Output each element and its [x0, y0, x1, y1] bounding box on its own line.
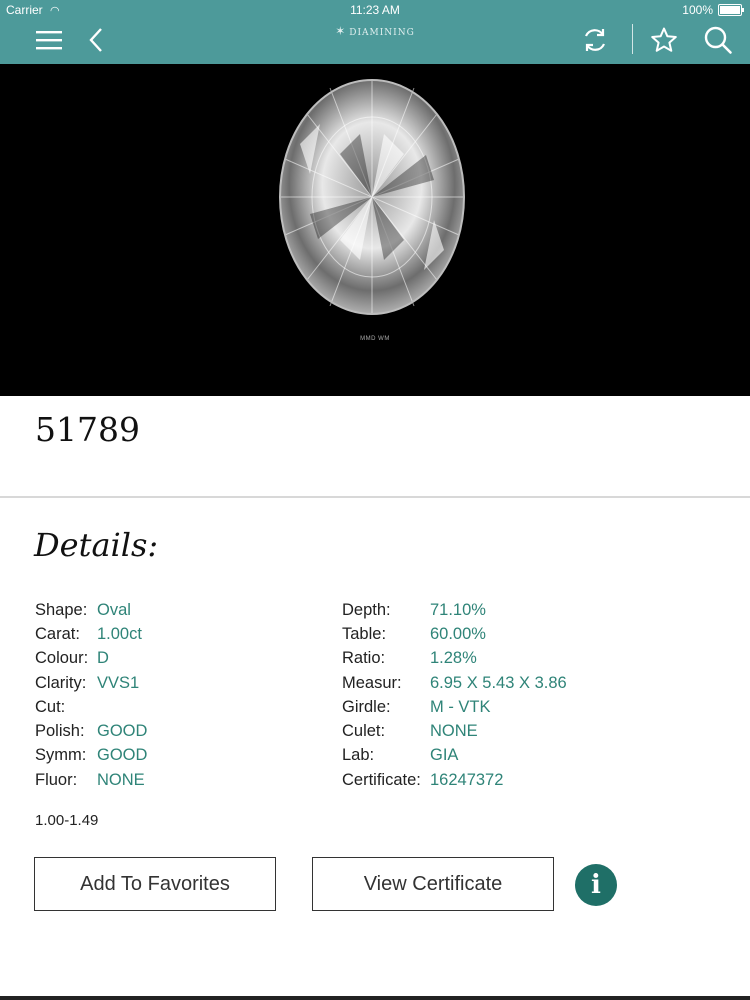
section-divider	[0, 496, 750, 498]
spec-row-cut: Cut:	[35, 695, 147, 719]
spec-label: Table:	[342, 624, 387, 643]
spec-row-clarity: Clarity: VVS1	[35, 671, 147, 695]
spec-row-certificate: Certificate: 16247372	[342, 768, 567, 792]
spec-value: 16247372	[430, 770, 504, 789]
spec-value: M - VTK	[430, 697, 491, 716]
top-bar: Carrier ◠ 11:23 AM 100% ✶ DIAMINING	[0, 0, 750, 64]
spec-row-ratio: Ratio: 1.28%	[342, 647, 567, 671]
spec-label: Symm:	[35, 746, 87, 765]
search-button[interactable]	[700, 22, 736, 58]
spec-label: Polish:	[35, 722, 85, 741]
battery-percent: 100%	[682, 3, 713, 17]
brand-name: DIAMINING	[349, 28, 415, 38]
spec-label: Cut:	[35, 697, 66, 716]
spec-label: Certificate:	[342, 770, 421, 789]
spec-value: 60.00%	[430, 624, 486, 643]
stock-number: 51789	[35, 410, 140, 449]
spec-row-shape: Shape: Oval	[35, 598, 147, 622]
status-time: 11:23 AM	[350, 3, 400, 17]
spec-row-lab: Lab: GIA	[342, 744, 567, 768]
spec-label: Shape:	[35, 600, 88, 619]
spec-value: 6.95 X 5.43 X 3.86	[430, 673, 567, 692]
spec-row-culet: Culet: NONE	[342, 719, 567, 743]
brand-mark-icon: ✶	[335, 24, 347, 38]
spec-row-symm: Symm: GOOD	[35, 744, 147, 768]
spec-value: D	[97, 649, 109, 668]
favorite-star-button[interactable]	[648, 22, 680, 58]
spec-label: Depth:	[342, 600, 391, 619]
info-icon: i	[591, 870, 601, 900]
specs-right-column: Depth: 71.10% Table: 60.00% Ratio: 1.28% Me…	[342, 598, 567, 792]
spec-label: Fluor:	[35, 770, 78, 789]
spec-label: Colour:	[35, 649, 89, 668]
spec-value: GOOD	[97, 746, 148, 765]
spec-label: Ratio:	[342, 649, 386, 668]
spec-value: 71.10%	[430, 600, 486, 619]
spec-row-polish: Polish: GOOD	[35, 719, 147, 743]
nav-divider	[632, 24, 633, 54]
brand-logo: ✶ DIAMINING	[0, 24, 750, 38]
spec-value: VVS1	[97, 673, 140, 692]
view-certificate-button[interactable]: View Certificate	[312, 857, 554, 911]
carat-range: 1.00-1.49	[35, 812, 99, 829]
specs-left-column: Shape: Oval Carat: 1.00ct Colour: D Clarity…	[35, 598, 147, 792]
battery-icon	[718, 4, 744, 16]
spec-row-colour: Colour: D	[35, 647, 147, 671]
spec-value: NONE	[430, 722, 478, 741]
details-heading: Details:	[34, 526, 159, 564]
spec-row-measur: Measur: 6.95 X 5.43 X 3.86	[342, 671, 567, 695]
refresh-button[interactable]	[578, 22, 612, 58]
spec-label: Clarity:	[35, 673, 87, 692]
spec-label: Culet:	[342, 722, 386, 741]
spec-row-depth: Depth: 71.10%	[342, 598, 567, 622]
spec-row-fluor: Fluor: NONE	[35, 768, 147, 792]
status-battery: 100%	[682, 3, 744, 17]
spec-value: NONE	[97, 770, 145, 789]
bottom-edge	[0, 996, 750, 1000]
spec-value: 1.28%	[430, 649, 477, 668]
spec-label: Girdle:	[342, 697, 391, 716]
spec-row-carat: Carat: 1.00ct	[35, 622, 147, 646]
star-icon	[651, 27, 677, 52]
spec-value: 1.00ct	[97, 624, 142, 643]
oval-diamond-graphic	[279, 79, 465, 315]
spec-row-table: Table: 60.00%	[342, 622, 567, 646]
info-button[interactable]: i	[575, 864, 617, 906]
spec-label: Measur:	[342, 673, 402, 692]
spec-value: GOOD	[97, 722, 148, 741]
search-icon	[704, 26, 732, 54]
spec-row-girdle: Girdle: M - VTK	[342, 695, 567, 719]
add-to-favorites-button[interactable]: Add To Favorites	[34, 857, 276, 911]
diamond-image: MMD WM	[0, 64, 750, 396]
spec-label: Carat:	[35, 624, 80, 643]
image-caption: MMD WM	[360, 336, 390, 342]
refresh-icon	[584, 29, 606, 51]
spec-label: Lab:	[342, 746, 375, 765]
spec-value: GIA	[430, 746, 459, 765]
spec-value: Oval	[97, 600, 131, 619]
